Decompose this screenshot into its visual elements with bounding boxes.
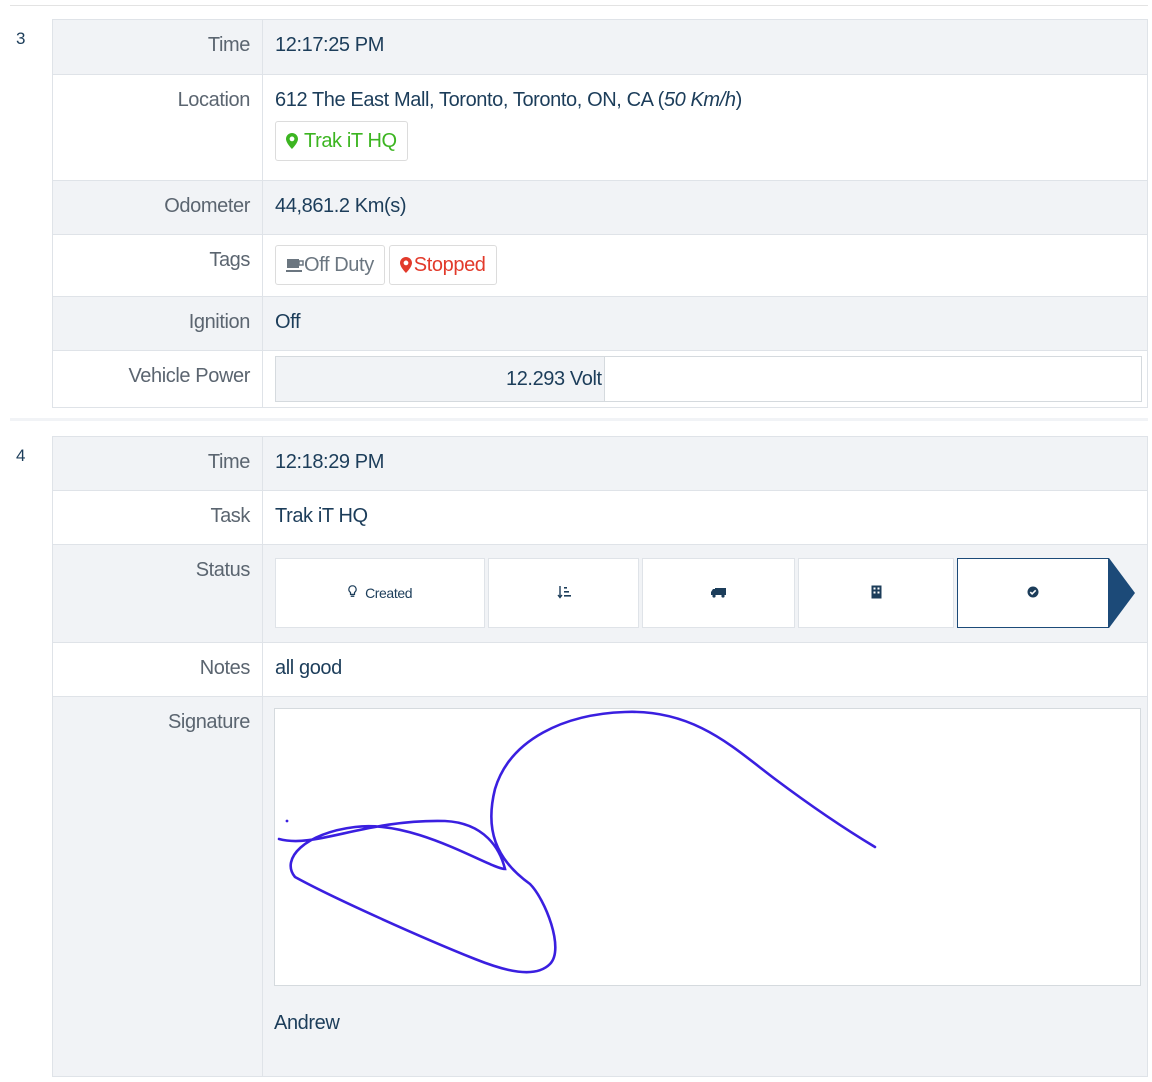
place-chip[interactable]: Trak iT HQ	[275, 121, 408, 161]
signature-stroke	[277, 710, 877, 974]
row-location: Location 612 The East Mall, Toronto, Tor…	[52, 74, 1148, 181]
entry-detail-table: Time 12:18:29 PM Task Trak iT HQ Status …	[52, 436, 1148, 1077]
status-step-truck[interactable]	[642, 558, 796, 628]
signature-name: Andrew	[274, 1012, 340, 1034]
location-label: Location	[52, 74, 263, 181]
truck-icon	[710, 585, 727, 601]
odometer-label: Odometer	[52, 180, 263, 235]
map-marker-icon	[399, 257, 412, 273]
odometer-value: 44,861.2 Km(s)	[262, 180, 1148, 235]
map-marker-icon	[286, 133, 298, 149]
signature-label: Signature	[52, 696, 263, 1077]
time-label: Time	[52, 436, 263, 491]
task-label: Task	[52, 490, 263, 545]
location-value: 612 The East Mall, Toronto, Toronto, ON,…	[262, 74, 1148, 181]
row-ignition: Ignition Off	[52, 296, 1148, 351]
location-close-paren: )	[735, 89, 743, 111]
building-icon	[871, 585, 882, 602]
lightbulb-icon	[348, 585, 357, 601]
notes-label: Notes	[52, 642, 263, 697]
status-step-sort[interactable]	[488, 558, 640, 628]
signature-canvas	[274, 708, 1141, 986]
row-status: Status Created	[52, 544, 1148, 643]
status-active-arrow	[1109, 558, 1136, 628]
vehicle-power-value: 12.293 Volt	[505, 367, 602, 390]
status-step-completed[interactable]	[957, 558, 1110, 628]
check-circle-icon	[1027, 585, 1039, 601]
row-odometer: Odometer 44,861.2 Km(s)	[52, 180, 1148, 235]
status-step-building[interactable]	[798, 558, 955, 628]
ignition-label: Ignition	[52, 296, 263, 351]
time-value: 12:17:25 PM	[262, 19, 1148, 75]
status-label: Status	[52, 544, 263, 643]
row-time: Time 12:17:25 PM	[52, 19, 1148, 75]
location-address: 612 The East Mall, Toronto, Toronto, ON,…	[275, 89, 664, 111]
tag-stopped[interactable]: Stopped	[388, 245, 497, 285]
tag-off-duty[interactable]: Off Duty	[275, 245, 385, 285]
status-step-created[interactable]: Created	[275, 558, 486, 628]
vehicle-power-label: Vehicle Power	[52, 350, 263, 408]
top-divider	[10, 5, 1148, 6]
entry-number: 4	[16, 446, 26, 465]
notes-value: all good	[262, 642, 1148, 697]
row-task: Task Trak iT HQ	[52, 490, 1148, 545]
vehicle-power-bar: 12.293 Volt	[275, 356, 1142, 402]
row-signature: Signature Andrew	[52, 696, 1148, 1077]
location-speed: 50 Km/h	[663, 89, 736, 111]
sort-icon	[557, 585, 571, 602]
vehicle-power-fill: 12.293 Volt	[276, 357, 605, 401]
task-value: Trak iT HQ	[262, 490, 1148, 545]
tags-label: Tags	[52, 234, 263, 297]
coffee-icon	[286, 258, 304, 272]
row-tags: Tags Off Duty Stopped	[52, 234, 1148, 297]
time-value: 12:18:29 PM	[262, 436, 1148, 491]
entry-divider	[10, 418, 1148, 421]
time-label: Time	[52, 19, 263, 75]
tag-stopped-label: Stopped	[413, 253, 486, 276]
ignition-value: Off	[262, 296, 1148, 351]
tags-value: Off Duty Stopped	[262, 234, 1148, 297]
row-time: Time 12:18:29 PM	[52, 436, 1148, 491]
entry-detail-table: Time 12:17:25 PM Location 612 The East M…	[52, 19, 1148, 408]
row-vehicle-power: Vehicle Power 12.293 Volt	[52, 350, 1148, 408]
status-step-created-label: Created	[365, 585, 413, 601]
tag-off-duty-label: Off Duty	[304, 253, 374, 276]
place-chip-label: Trak iT HQ	[304, 129, 397, 152]
entry-number: 3	[16, 29, 26, 48]
row-notes: Notes all good	[52, 642, 1148, 697]
status-steps: Created	[275, 558, 1136, 628]
